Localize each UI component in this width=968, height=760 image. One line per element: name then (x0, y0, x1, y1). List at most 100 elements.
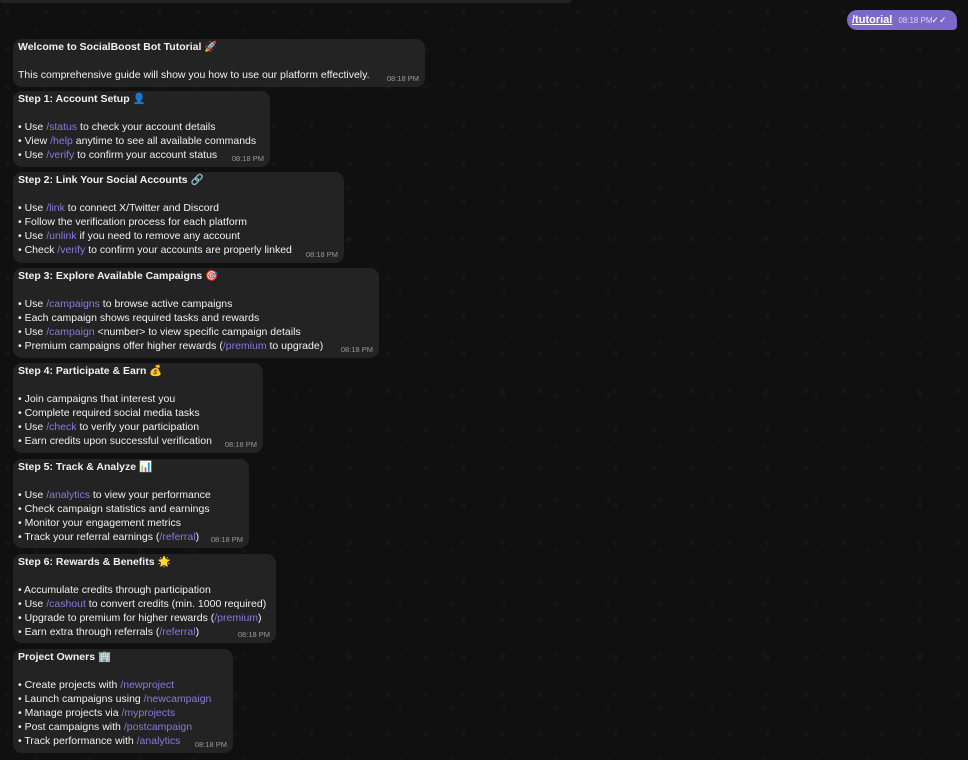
command-link[interactable]: /analytics (46, 489, 90, 501)
line-text: • Launch campaigns using (18, 693, 144, 705)
line-text: to confirm your accounts are properly li… (85, 244, 292, 256)
bot-message: Project Owners 🏢 • Create projects with /… (13, 649, 233, 753)
message-time: 08:18 PM (305, 250, 338, 259)
line-text: • Earn credits upon successful verificat… (18, 435, 212, 447)
message-title: Step 5: Track & Analyze 📊 (18, 461, 153, 473)
command-link[interactable]: /status (46, 121, 77, 133)
message-title: Step 4: Participate & Earn 💰 (18, 365, 163, 377)
command-link[interactable]: /premium (223, 340, 267, 352)
message-title: Project Owners 🏢 (18, 651, 112, 663)
message-title: Step 2: Link Your Social Accounts 🔗 (18, 174, 204, 186)
message-line: • Use /analytics to view your performanc… (18, 488, 244, 502)
command-link[interactable]: /help (50, 135, 73, 147)
message-line: • Use /verify to confirm your account st… (18, 148, 265, 162)
message-time: 08:18 PM (237, 630, 270, 639)
line-text: • Use (18, 298, 47, 310)
command-link[interactable]: /cashout (46, 598, 86, 610)
line-text: to browse active campaigns (99, 298, 233, 310)
message-time: 08:18 PM (386, 74, 419, 83)
line-text: anytime to see all available commands (72, 135, 257, 147)
command-link[interactable]: /newproject (120, 679, 174, 691)
line-text: ) (195, 626, 200, 638)
message-line: • Accumulate credits through participati… (18, 583, 271, 597)
line-text: • View (18, 135, 51, 147)
tutorial-command-link[interactable]: /tutorial (852, 14, 892, 26)
line-text: • Use (18, 202, 47, 214)
message-time: 08:18 PM (340, 345, 373, 354)
command-link[interactable]: /campaigns (46, 298, 100, 310)
message-title: Welcome to SocialBoost Bot Tutorial 🚀 (18, 41, 218, 53)
line-text: • Premium campaigns offer higher rewards… (18, 340, 223, 352)
line-text: • Use (18, 230, 47, 242)
line-text: to convert credits (min. 1000 required) (85, 598, 267, 610)
line-text: • Use (18, 149, 47, 161)
message-line: • Manage projects via /myprojects (18, 706, 228, 720)
message-line: • Use /check to verify your participatio… (18, 420, 258, 434)
bot-message: Step 3: Explore Available Campaigns 🎯 • U… (13, 268, 379, 358)
line-text: • Track your referral earnings ( (18, 531, 160, 543)
message-line: • View /help anytime to see all availabl… (18, 134, 265, 148)
line-text: • Check campaign statistics and earnings (18, 503, 210, 515)
line-text: • Use (18, 421, 47, 433)
message-line: • Monitor your engagement metrics (18, 516, 244, 530)
line-text: • Manage projects via (18, 707, 122, 719)
message-line: • Use /cashout to convert credits (min. … (18, 597, 271, 611)
bot-message: Step 1: Account Setup 👤 • Use /status to … (13, 91, 270, 167)
command-link[interactable]: /referral (159, 531, 195, 543)
command-link[interactable]: /myprojects (121, 707, 175, 719)
command-link[interactable]: /verify (57, 244, 85, 256)
line-text: • Monitor your engagement metrics (18, 517, 181, 529)
bot-message: Welcome to SocialBoost Bot Tutorial 🚀 Thi… (13, 39, 425, 87)
message-line: • Check campaign statistics and earnings (18, 502, 244, 516)
line-text: This comprehensive guide will show you h… (18, 69, 370, 81)
command-link[interactable]: /premium (214, 612, 258, 624)
command-link[interactable]: /check (46, 421, 76, 433)
command-link[interactable]: /newcampaign (144, 693, 212, 705)
message-line: • Use /unlink if you need to remove any … (18, 229, 339, 243)
line-text: to view your performance (89, 489, 211, 501)
line-text: if you need to remove any account (76, 230, 240, 242)
line-text: • Use (18, 326, 47, 338)
line-text: to verify your participation (76, 421, 200, 433)
message-line: • Each campaign shows required tasks and… (18, 311, 374, 325)
line-text: • Earn extra through referrals ( (18, 626, 160, 638)
line-text: ) (195, 531, 200, 543)
bot-message: Step 5: Track & Analyze 📊 • Use /analytic… (13, 459, 249, 548)
line-text: ) (258, 612, 262, 624)
line-text: • Each campaign shows required tasks and… (18, 312, 260, 324)
bubble-tail (941, 22, 951, 30)
message-line: • Upgrade to premium for higher rewards … (18, 611, 271, 625)
command-link[interactable]: /analytics (137, 735, 181, 747)
line-text: • Track performance with (18, 735, 137, 747)
line-text: • Upgrade to premium for higher rewards … (18, 612, 215, 624)
line-text: to confirm your account status (74, 149, 218, 161)
command-link[interactable]: /campaign (46, 326, 94, 338)
command-link[interactable]: /unlink (46, 230, 76, 242)
message-line: • Earn extra through referrals (/referra… (18, 625, 271, 639)
command-link[interactable]: /verify (46, 149, 74, 161)
message-time: 08:18 PM (231, 154, 264, 163)
message-line: • Complete required social media tasks (18, 406, 258, 420)
message-time: 08:18 PM (210, 535, 243, 544)
line-text: • Post campaigns with (18, 721, 124, 733)
bot-message: Step 2: Link Your Social Accounts 🔗 • Use… (13, 172, 344, 263)
message-time: 08:18 PM (898, 16, 933, 25)
line-text: • Use (18, 121, 47, 133)
line-text: • Create projects with (18, 679, 121, 691)
command-link[interactable]: /postcampaign (124, 721, 192, 733)
message-time: 08:18 PM (194, 740, 227, 749)
line-text: • Complete required social media tasks (18, 407, 200, 419)
message-line: • Launch campaigns using /newcampaign (18, 692, 228, 706)
line-text: • Use (18, 598, 47, 610)
command-link[interactable]: /link (46, 202, 65, 214)
command-link[interactable]: /referral (159, 626, 195, 638)
message-line: • Use /status to check your account deta… (18, 120, 265, 134)
bot-message: Step 6: Rewards & Benefits 🌟 • Accumulate… (13, 554, 276, 643)
line-text: to connect X/Twitter and Discord (64, 202, 219, 214)
